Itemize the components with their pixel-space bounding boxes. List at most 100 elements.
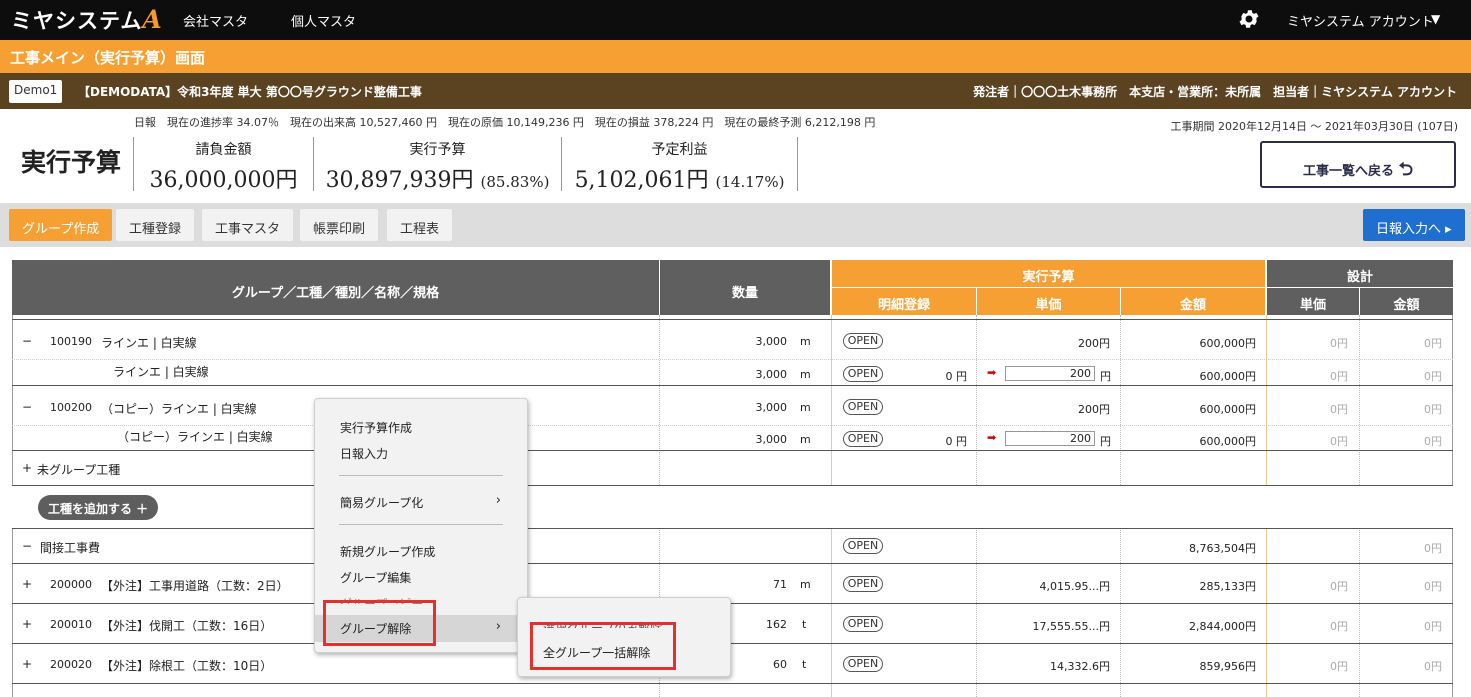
expand-toggle[interactable]: +	[22, 657, 32, 671]
collapse-toggle[interactable]: −	[22, 400, 32, 414]
table-row[interactable]: （コピー）ラインエ | 白実線 3,000 m OPEN 0 円 ➡ 200 円…	[12, 426, 1453, 451]
screen-title: 工事メイン（実行予算）画面	[0, 40, 1471, 73]
kpi-label: 予定利益	[651, 142, 708, 158]
row-design-amount: 0円	[1424, 660, 1442, 673]
row-qty: 3,000	[755, 335, 788, 348]
row-qty: 3,000	[755, 401, 788, 414]
open-button[interactable]: OPEN	[843, 576, 883, 592]
account-menu[interactable]: ミヤシステム アカウント	[1287, 11, 1434, 30]
row-unit: m	[800, 335, 811, 348]
menu-item-daily-report[interactable]: 日報入力	[315, 440, 527, 464]
menu-item-create-budget[interactable]: 実行予算作成	[315, 414, 527, 438]
table-row[interactable]: − 100190 ラインエ | 白実線 3,000 m OPEN 200円 60…	[12, 320, 1453, 360]
open-button[interactable]: OPEN	[843, 333, 883, 349]
table-row[interactable]: + 200000 【外注】工事用道路（工数：2日） 71 m OPEN 4,01…	[12, 564, 1453, 604]
row-amount: 285,133円	[1199, 580, 1257, 593]
table-row[interactable]: + 200020 【外注】除根工（工数：10日） 60 t OPEN 14,33…	[12, 644, 1453, 684]
row-code: 200020	[50, 658, 92, 671]
row-design-amount: 0円	[1424, 580, 1442, 593]
table-row[interactable]: + 200010 【外注】伐開工（工数：16日） 162 t OPEN 17,5…	[12, 604, 1453, 644]
row-unit: t	[802, 618, 807, 631]
row-amount: 8,763,504円	[1189, 542, 1256, 555]
project-bar: Demo1 【DEMODATA】令和3年度 単大 第〇〇号グラウンド整備工事 発…	[0, 73, 1471, 109]
top-nav: ミヤシステムA 会社マスタ 個人マスタ ミヤシステム アカウント ▼	[0, 0, 1471, 40]
row-design-price: 0円	[1330, 620, 1348, 633]
demo-badge: Demo1	[9, 80, 63, 103]
menu-item-new-group[interactable]: 新規グループ作成	[315, 538, 527, 562]
nav-personal-master[interactable]: 個人マスタ	[291, 11, 356, 30]
toolbar: グループ作成 工種登録 工事マスタ 帳票印刷 工程表 日報入力へ ▸	[0, 203, 1471, 247]
col-header-detail: 明細登録	[832, 288, 976, 315]
row-design-price: 0円	[1330, 435, 1348, 448]
row-design-amount: 0円	[1424, 620, 1442, 633]
row-design-amount: 0円	[1424, 403, 1442, 416]
gear-icon[interactable]	[1237, 7, 1261, 31]
caret-down-icon[interactable]: ▼	[1431, 12, 1440, 26]
row-qty: 3,000	[755, 368, 788, 381]
unit-price-input[interactable]: 200	[1005, 431, 1095, 446]
transfer-arrow-icon[interactable]: ➡	[987, 366, 996, 379]
open-button[interactable]: OPEN	[843, 431, 883, 447]
expand-toggle[interactable]: +	[22, 577, 32, 591]
expand-toggle[interactable]: +	[22, 461, 32, 475]
menu-item-quick-group[interactable]: 簡易グループ化 ›	[315, 489, 527, 513]
work-master-button[interactable]: 工事マスタ	[202, 209, 294, 241]
row-unit-price: 200円	[1078, 403, 1110, 416]
app-logo[interactable]: ミヤシステムA	[11, 5, 163, 35]
table-row[interactable]: ラインエ | 白実線 3,000 m OPEN 0 円 ➡ 200 円 600,…	[12, 360, 1453, 386]
row-amount: 600,000円	[1199, 370, 1257, 383]
create-group-button[interactable]: グループ作成	[9, 209, 113, 241]
row-design-amount: 0円	[1424, 370, 1442, 383]
open-button[interactable]: OPEN	[843, 616, 883, 632]
register-worktype-button[interactable]: 工種登録	[116, 209, 195, 241]
row-name: （コピー）ラインエ | 白実線	[101, 402, 257, 416]
unit-price-input[interactable]: 200	[1005, 366, 1095, 381]
kpi-label: 請負金額	[195, 142, 252, 158]
row-design-price: 0円	[1330, 580, 1348, 593]
open-button[interactable]: OPEN	[843, 399, 883, 415]
expand-toggle[interactable]: +	[22, 617, 32, 631]
col-header-unit-price: 単価	[977, 288, 1120, 315]
kpi-label: 実行予算	[409, 142, 466, 158]
col-header-qty: 数量	[660, 260, 830, 315]
row-name: 間接工事費	[40, 541, 101, 555]
row-design-price: 0円	[1330, 403, 1348, 416]
menu-item-edit-group[interactable]: グループ編集	[315, 564, 527, 588]
add-worktype-button[interactable]: 工種を追加する ＋	[38, 495, 159, 520]
row-unit-price: 4,015.95...円	[1039, 580, 1110, 593]
open-button[interactable]: OPEN	[843, 656, 883, 672]
table-row[interactable]: + 未グループ工種	[12, 451, 1453, 486]
open-button[interactable]: OPEN	[843, 366, 883, 382]
table-row[interactable]: − 間接工事費 OPEN 8,763,504円 0円	[12, 529, 1453, 564]
open-button[interactable]: OPEN	[843, 538, 883, 554]
row-design-amount: 0円	[1424, 337, 1442, 350]
row-qty: 3,000	[755, 433, 788, 446]
kpi-value: 5,102,061円 (14.17%)	[574, 168, 785, 193]
row-name: 【外注】伐開工（工数：16日）	[101, 619, 273, 633]
progress-stats: 日報 現在の進捗率 34.07％ 現在の出来高 10,527,460 円 現在の…	[134, 116, 876, 129]
row-name: ラインエ | 白実線	[113, 365, 209, 379]
row-code: 100200	[50, 401, 92, 414]
back-to-list-button[interactable]: 工事一覧へ戻る ⮌	[1260, 141, 1456, 188]
table-row[interactable]: − 100200 （コピー）ラインエ | 白実線 3,000 m OPEN 20…	[12, 386, 1453, 426]
project-info: 発注者｜〇〇〇土木事務所 本支店・営業所：未所属 担当者｜ミヤシステム アカウン…	[973, 85, 1457, 99]
transfer-arrow-icon[interactable]: ➡	[987, 431, 996, 444]
row-name: ラインエ | 白実線	[101, 336, 197, 350]
row-name: （コピー）ラインエ | 白実線	[117, 430, 273, 444]
row-amount: 859,956円	[1199, 660, 1257, 673]
row-amount: 600,000円	[1199, 435, 1257, 448]
print-forms-button[interactable]: 帳票印刷	[300, 209, 379, 241]
collapse-toggle[interactable]: −	[22, 539, 32, 553]
row-name: 【外注】除根工（工数：10日）	[101, 659, 273, 673]
row-design-price: 0円	[1330, 370, 1348, 383]
daily-report-button[interactable]: 日報入力へ ▸	[1363, 209, 1465, 241]
col-header-exec: 実行予算	[832, 260, 1265, 287]
nav-company-master[interactable]: 会社マスタ	[183, 11, 248, 30]
row-unit-price: 200円	[1078, 337, 1110, 350]
row-unit-price: 17,555.55...円	[1032, 620, 1110, 633]
col-header-amount: 金額	[1121, 288, 1265, 315]
return-arrow-icon: ⮌	[1398, 159, 1413, 180]
schedule-button[interactable]: 工程表	[387, 209, 453, 241]
collapse-toggle[interactable]: −	[22, 334, 32, 348]
col-header-design: 設計	[1267, 260, 1453, 287]
